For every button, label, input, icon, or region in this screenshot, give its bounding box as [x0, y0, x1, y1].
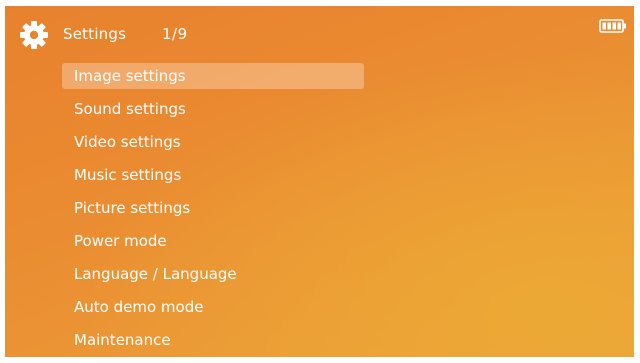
gear-icon: [20, 21, 48, 49]
menu-item[interactable]: Image settings: [62, 63, 364, 89]
menu-item[interactable]: Auto demo mode: [62, 294, 364, 320]
menu-item[interactable]: Language / Language: [62, 261, 364, 287]
header-bar: Settings 1/9: [5, 6, 634, 58]
page-title: Settings: [63, 25, 127, 43]
menu-item[interactable]: Maintenance: [62, 327, 364, 353]
settings-menu: Image settings Sound settings Video settin…: [62, 63, 364, 357]
menu-item[interactable]: Sound settings: [62, 96, 364, 122]
menu-item[interactable]: Music settings: [62, 162, 364, 188]
settings-screen: Settings 1/9 Image settings Sound setting…: [5, 6, 634, 357]
page-counter: 1/9: [162, 25, 188, 43]
menu-item[interactable]: Power mode: [62, 228, 364, 254]
menu-item[interactable]: Video settings: [62, 129, 364, 155]
menu-item[interactable]: Picture settings: [62, 195, 364, 221]
battery-icon: [599, 19, 626, 33]
